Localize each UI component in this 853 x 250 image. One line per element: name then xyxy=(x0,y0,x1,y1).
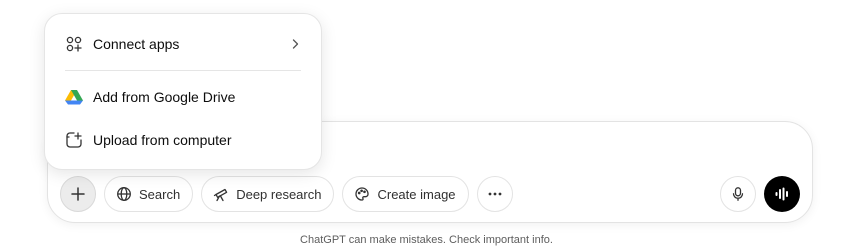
microphone-icon xyxy=(729,185,747,203)
palette-icon xyxy=(353,185,371,203)
menu-item-connect-apps[interactable]: Connect apps xyxy=(53,26,313,62)
apps-grid-icon xyxy=(65,35,83,53)
attachment-menu: Connect apps Add from Google Drive Uploa… xyxy=(44,13,322,170)
create-image-label: Create image xyxy=(377,186,456,202)
telescope-icon xyxy=(212,185,230,203)
dictate-button[interactable] xyxy=(720,176,756,212)
deep-research-label: Deep research xyxy=(236,186,322,202)
ellipsis-icon xyxy=(486,185,504,203)
upload-file-icon xyxy=(65,131,83,149)
menu-divider xyxy=(65,70,301,71)
globe-icon xyxy=(115,185,133,203)
voice-mode-button[interactable] xyxy=(764,176,800,212)
menu-item-google-drive[interactable]: Add from Google Drive xyxy=(53,79,313,115)
menu-item-label: Upload from computer xyxy=(93,132,232,148)
composer-toolbar: Search Deep research Create image xyxy=(60,176,800,212)
menu-item-label: Connect apps xyxy=(93,36,180,52)
chevron-right-icon xyxy=(289,38,301,50)
voice-waveform-icon xyxy=(773,185,791,203)
plus-icon xyxy=(69,185,87,203)
add-attachment-button[interactable] xyxy=(60,176,96,212)
search-tool-label: Search xyxy=(139,186,181,202)
more-tools-button[interactable] xyxy=(476,176,513,212)
chat-page: Search Deep research Create image Connec… xyxy=(0,0,853,250)
search-tool-button[interactable]: Search xyxy=(104,176,194,212)
google-drive-icon xyxy=(65,88,83,106)
disclaimer-text: ChatGPT can make mistakes. Check importa… xyxy=(300,234,553,246)
deep-research-button[interactable]: Deep research xyxy=(201,176,335,212)
menu-item-upload-computer[interactable]: Upload from computer xyxy=(53,122,313,158)
create-image-button[interactable]: Create image xyxy=(342,176,469,212)
menu-item-label: Add from Google Drive xyxy=(93,89,236,105)
